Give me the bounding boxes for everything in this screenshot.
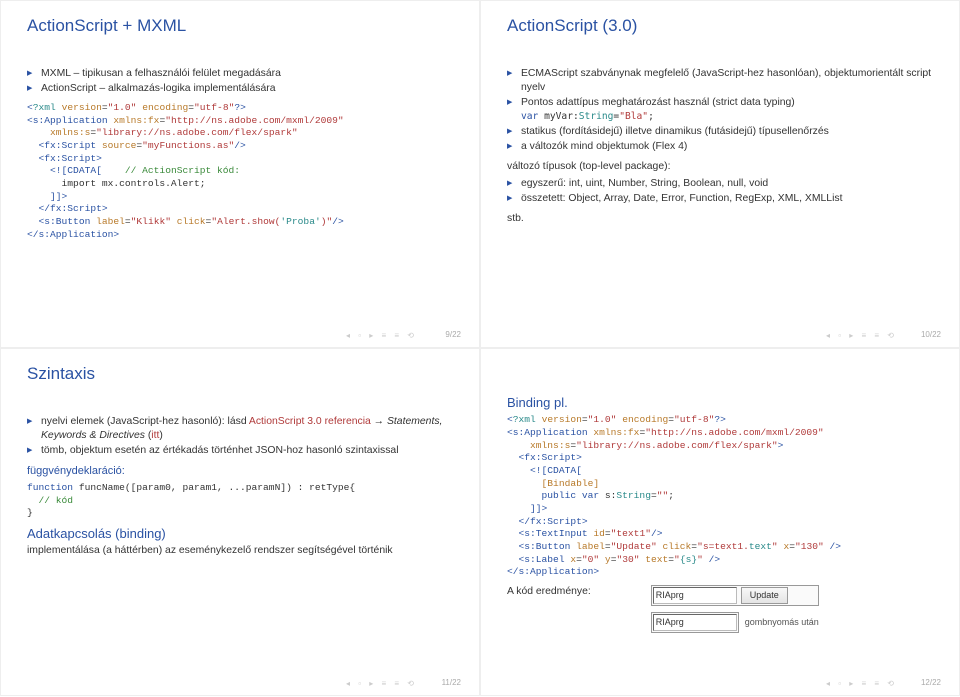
subheading: Binding pl. <box>507 394 933 412</box>
subheading: változó típusok (top-level package): <box>507 160 933 174</box>
ui-preview-before: RIAprg Update <box>651 585 819 606</box>
result-row: A kód eredménye: RIAprg Update RIAprg go… <box>507 585 933 633</box>
bullet-item: a változók mind objektumok (Flex 4) <box>507 140 933 154</box>
bullet-text: Pontos adattípus meghatározást használ (… <box>521 97 795 108</box>
bullet-list: nyelvi elemek (JavaScript-hez hasonló): … <box>27 415 453 458</box>
bullet-item: nyelvi elemek (JavaScript-hez hasonló): … <box>27 415 453 443</box>
nav-icons: ◂ ▫ ▸ ≡ ≡ ⟲ <box>826 679 897 690</box>
bullet-item: összetett: Object, Array, Date, Error, F… <box>507 192 933 206</box>
page-number: 12/22 <box>921 678 941 689</box>
bullet-item: MXML – tipikusan a felhasználói felület … <box>27 67 453 81</box>
slide-11: Szintaxis nyelvi elemek (JavaScript-hez … <box>0 348 480 696</box>
body-text: implementálása (a háttérben) az eseményk… <box>27 544 453 558</box>
bullet-item: statikus (fordításidejű) illetve dinamik… <box>507 125 933 139</box>
bullet-list: ECMAScript szabványnak megfelelő (JavaSc… <box>507 67 933 154</box>
nav-icons: ◂ ▫ ▸ ≡ ≡ ⟲ <box>346 331 417 342</box>
page-number: 9/22 <box>445 330 461 341</box>
ui-preview-after: RIAprg <box>651 612 739 633</box>
preview-input: RIAprg <box>653 587 737 604</box>
slide-body: Binding pl. <?xml version="1.0" encoding… <box>507 414 933 675</box>
bullet-item: egyszerű: int, uint, Number, String, Boo… <box>507 177 933 191</box>
code-block: function funcName([param0, param1, ...pa… <box>27 482 453 520</box>
slide-title: ActionScript + MXML <box>27 15 453 38</box>
bullet-item: Pontos adattípus meghatározást használ (… <box>507 96 933 124</box>
nav-icons: ◂ ▫ ▸ ≡ ≡ ⟲ <box>826 331 897 342</box>
caption: gombnyomás után <box>745 616 819 628</box>
page-number: 10/22 <box>921 330 941 341</box>
tail-text: stb. <box>507 212 933 226</box>
bullet-item: tömb, objektum esetén az értékadás törté… <box>27 444 453 458</box>
page-number: 11/22 <box>442 678 461 689</box>
preview-input: RIAprg <box>653 614 737 631</box>
slide-12: Binding pl. <?xml version="1.0" encoding… <box>480 348 960 696</box>
slide-title: Szintaxis <box>27 363 453 386</box>
slide-title <box>507 363 933 386</box>
bullet-item: ECMAScript szabványnak megfelelő (JavaSc… <box>507 67 933 95</box>
slide-body: nyelvi elemek (JavaScript-hez hasonló): … <box>27 414 453 675</box>
preview-button: Update <box>741 587 788 603</box>
bullet-list: egyszerű: int, uint, Number, String, Boo… <box>507 177 933 206</box>
bullet-list: MXML – tipikusan a felhasználói felület … <box>27 67 453 96</box>
result-label: A kód eredménye: <box>507 585 591 633</box>
slide-body: ECMAScript szabványnak megfelelő (JavaSc… <box>507 66 933 327</box>
nav-icons: ◂ ▫ ▸ ≡ ≡ ⟲ <box>346 679 417 690</box>
subheading: Adatkapcsolás (binding) <box>27 525 453 543</box>
slide-10: ActionScript (3.0) ECMAScript szabványna… <box>480 0 960 348</box>
slide-9: ActionScript + MXML MXML – tipikusan a f… <box>0 0 480 348</box>
slide-title: ActionScript (3.0) <box>507 15 933 38</box>
code-block: <?xml version="1.0" encoding="utf-8"?> <… <box>507 414 933 579</box>
bullet-item: ActionScript – alkalmazás-logika impleme… <box>27 82 453 96</box>
subheading: függvénydeklaráció: <box>27 464 453 479</box>
code-block: <?xml version="1.0" encoding="utf-8"?> <… <box>27 102 453 241</box>
slide-body: MXML – tipikusan a felhasználói felület … <box>27 66 453 327</box>
